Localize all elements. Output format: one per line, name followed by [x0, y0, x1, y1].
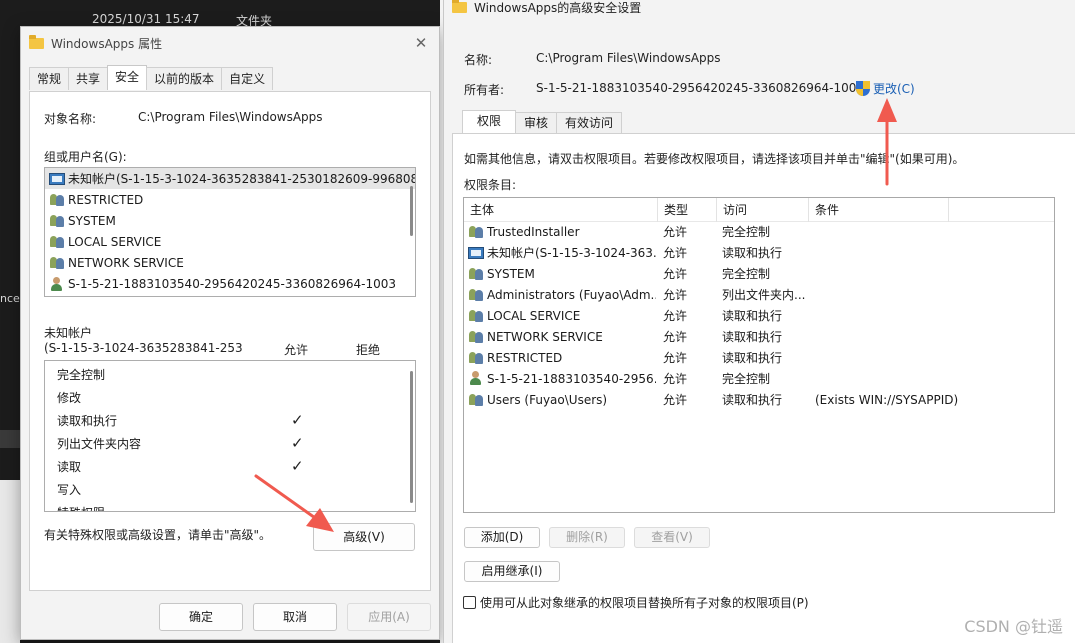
arrow-to-change-owner: [877, 98, 897, 186]
arrow-to-advanced-button: [254, 474, 334, 532]
annotation-arrows: [254, 98, 897, 532]
